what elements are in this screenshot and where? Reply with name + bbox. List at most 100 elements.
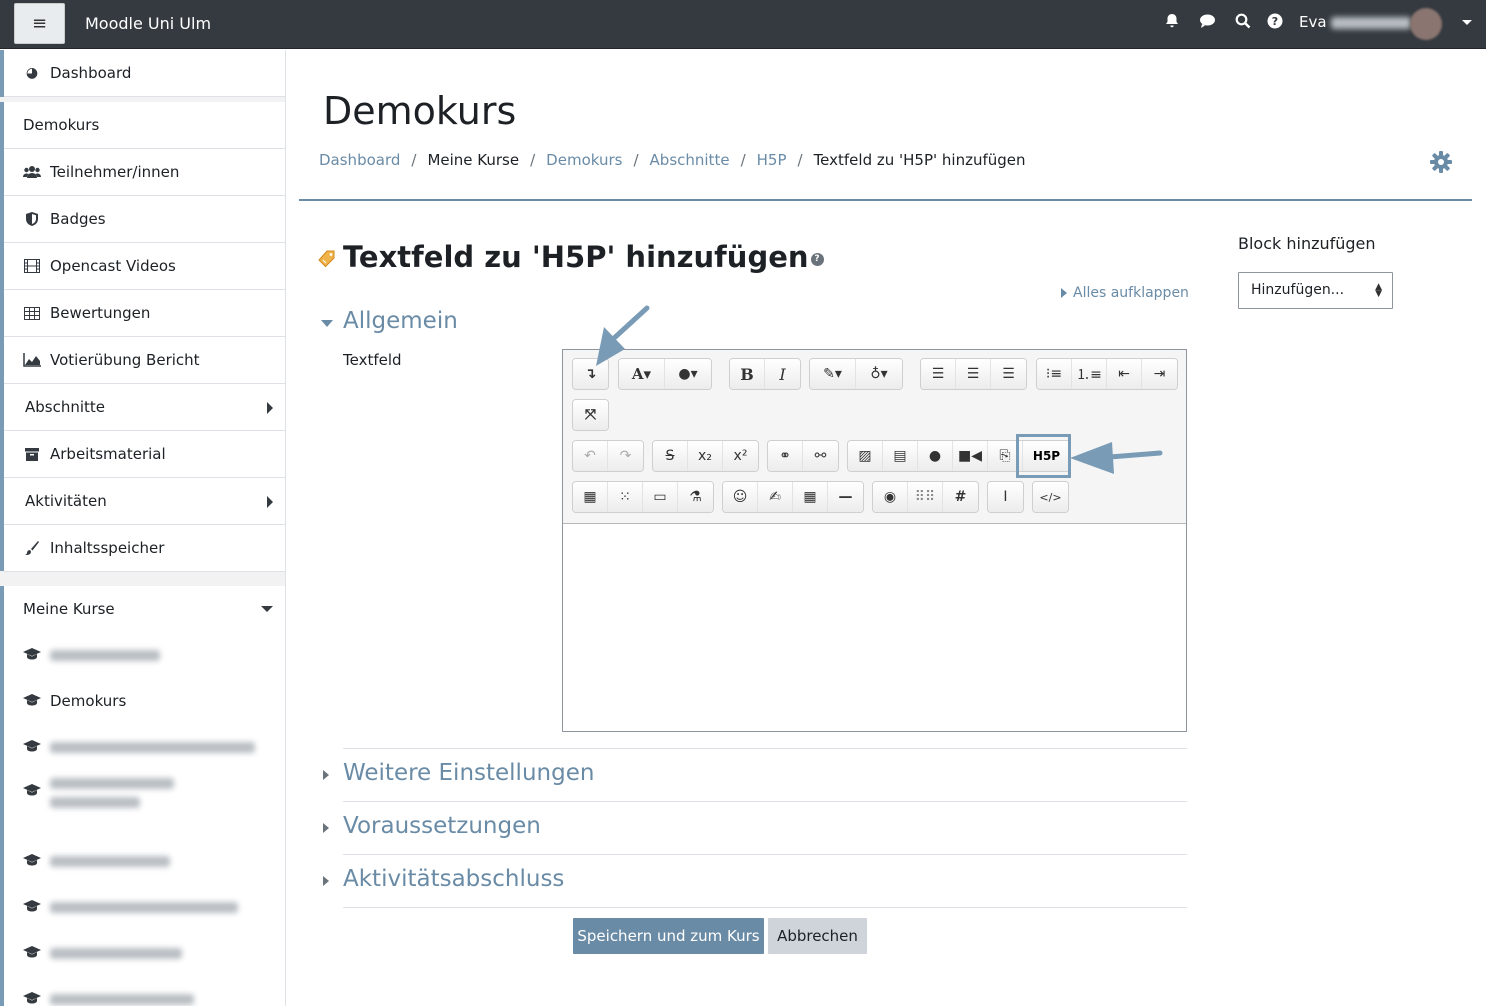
- record-video-button[interactable]: ■◀: [953, 441, 988, 471]
- breadcrumb-item-dashboard[interactable]: Dashboard: [319, 151, 400, 169]
- save-and-return-button[interactable]: Speichern und zum Kurs: [573, 918, 764, 954]
- breadcrumb-item-demokurs[interactable]: Demokurs: [546, 151, 622, 169]
- table-button[interactable]: ▦: [793, 482, 828, 512]
- lightbulb-icon: ♁▾: [870, 366, 888, 382]
- breadcrumb-item-h5p[interactable]: H5P: [757, 151, 787, 169]
- equation-button[interactable]: ▦: [573, 482, 608, 512]
- media-button[interactable]: ▤: [883, 441, 918, 471]
- chevron-right-icon[interactable]: [323, 770, 329, 780]
- course-item[interactable]: [4, 770, 285, 838]
- bold-button[interactable]: B: [730, 359, 765, 389]
- align-center-button[interactable]: ☰: [956, 359, 991, 389]
- drawer-item-badges[interactable]: Badges: [4, 196, 285, 243]
- section-general[interactable]: Allgemein: [343, 308, 458, 334]
- chevron-right-icon[interactable]: [323, 823, 329, 833]
- help-icon[interactable]: ?: [1267, 13, 1283, 33]
- manage-files-icon: ⎘: [999, 448, 1011, 464]
- accessibility-button[interactable]: ◉: [873, 482, 908, 512]
- course-item[interactable]: [4, 838, 285, 884]
- drawer-item-sections[interactable]: Abschnitte: [4, 384, 285, 431]
- drawer-item-dashboard[interactable]: ◕ Dashboard: [4, 50, 285, 97]
- course-item[interactable]: [4, 724, 285, 770]
- drawer-item-content-bank[interactable]: Inhaltsspeicher: [4, 525, 285, 572]
- table-icon: ▦: [803, 489, 817, 505]
- font-style-button[interactable]: A▾: [619, 359, 665, 389]
- undo-button[interactable]: ↶: [573, 441, 608, 471]
- site-name[interactable]: Moodle Uni Ulm: [85, 14, 211, 33]
- hamburger-menu-button[interactable]: ≡: [14, 3, 65, 44]
- drawer-item-grades[interactable]: Bewertungen: [4, 290, 285, 337]
- toolbar-group-insert: ☺ ✍ ▦ —: [722, 481, 864, 513]
- indent-icon: ⇥: [1153, 366, 1166, 382]
- image-button[interactable]: ▨: [848, 441, 883, 471]
- course-item[interactable]: Demokurs: [4, 678, 285, 724]
- strikethrough-button[interactable]: S: [653, 441, 688, 471]
- question-icon[interactable]: ?: [810, 252, 824, 266]
- align-right-button[interactable]: ☰: [991, 359, 1026, 389]
- screen-button[interactable]: ▭: [643, 482, 678, 512]
- drawer-item-my-courses[interactable]: Meine Kurse: [4, 586, 285, 632]
- drawer-item-material[interactable]: Arbeitsmaterial: [4, 431, 285, 478]
- outdent-button[interactable]: ⇤: [1107, 359, 1142, 389]
- drawer-group-course: Demokurs Teilnehmer/innen Badges Opencas…: [4, 102, 285, 572]
- toolbar-group-accessibility: ◉ ⠿⠿ #: [872, 481, 979, 513]
- user-name[interactable]: Eva: [1299, 13, 1412, 31]
- link-button[interactable]: ⚭: [768, 441, 803, 471]
- add-block-select[interactable]: Hinzufügen... ▲ ▼: [1238, 272, 1393, 309]
- course-item[interactable]: [4, 976, 285, 1006]
- drawer-item-demokurs[interactable]: Demokurs: [4, 102, 285, 149]
- chevron-right-icon[interactable]: [323, 876, 329, 886]
- horizontal-rule-button[interactable]: —: [828, 482, 863, 512]
- cursor-button[interactable]: I: [988, 482, 1023, 512]
- search-icon[interactable]: [1235, 13, 1251, 33]
- indent-button[interactable]: ⇥: [1142, 359, 1177, 389]
- align-left-button[interactable]: ☰: [921, 359, 956, 389]
- html-button[interactable]: </>: [1033, 482, 1068, 512]
- collapse-button[interactable]: ↴: [573, 359, 608, 389]
- course-item[interactable]: [4, 632, 285, 678]
- section-completion[interactable]: Aktivitätsabschluss: [343, 866, 564, 892]
- breadcrumb-item-sections[interactable]: Abschnitte: [650, 151, 730, 169]
- fullscreen-button[interactable]: ⤧: [573, 400, 608, 430]
- course-item[interactable]: [4, 884, 285, 930]
- keypad-button[interactable]: ⁙: [608, 482, 643, 512]
- unlink-button[interactable]: ⚯: [803, 441, 838, 471]
- html-icon: </>: [1039, 490, 1062, 504]
- section-more-settings[interactable]: Weitere Einstellungen: [343, 760, 594, 786]
- record-audio-button[interactable]: ●: [918, 441, 953, 471]
- cancel-button[interactable]: Abbrechen: [768, 918, 867, 954]
- unordered-list-button[interactable]: ⁝≡: [1037, 359, 1072, 389]
- h5p-button-highlight: [1016, 434, 1071, 478]
- section-restrictions[interactable]: Voraussetzungen: [343, 813, 541, 839]
- braille-button[interactable]: ⠿⠿: [908, 482, 943, 512]
- add-block-title: Block hinzufügen: [1238, 234, 1376, 253]
- align-center-icon: ☰: [966, 366, 980, 382]
- course-item[interactable]: [4, 930, 285, 976]
- gear-icon[interactable]: [1430, 151, 1452, 179]
- drawer-item-activities[interactable]: Aktivitäten: [4, 478, 285, 525]
- italic-button[interactable]: I: [765, 359, 800, 389]
- expand-all-link[interactable]: Alles aufklappen: [1061, 285, 1189, 301]
- bell-icon[interactable]: [1164, 13, 1180, 33]
- subscript-button[interactable]: x₂: [688, 441, 723, 471]
- accessibility-checker-button[interactable]: ♁▾: [856, 359, 902, 389]
- chevron-down-icon[interactable]: [321, 320, 333, 327]
- highlight-button[interactable]: ✎▾: [810, 359, 856, 389]
- font-color-button[interactable]: ●▾: [665, 359, 711, 389]
- drawer-item-votierung[interactable]: Votierübung Bericht: [4, 337, 285, 384]
- chemistry-button[interactable]: ⚗: [678, 482, 713, 512]
- toolbar-group-math: ▦ ⁙ ▭ ⚗: [572, 481, 714, 513]
- redo-button[interactable]: ↷: [608, 441, 643, 471]
- superscript-button[interactable]: x²: [723, 441, 758, 471]
- hash-button[interactable]: #: [943, 482, 978, 512]
- emoji-button[interactable]: ☺: [723, 482, 758, 512]
- drawer-item-participants[interactable]: Teilnehmer/innen: [4, 149, 285, 196]
- edit-button[interactable]: ✍: [758, 482, 793, 512]
- chevron-down-icon[interactable]: [1462, 20, 1472, 25]
- drawer-item-opencast[interactable]: Opencast Videos: [4, 243, 285, 290]
- avatar[interactable]: [1410, 8, 1442, 40]
- chat-icon[interactable]: [1199, 13, 1216, 33]
- graduation-cap-icon: [23, 944, 41, 962]
- editor-content-area[interactable]: [563, 525, 1186, 731]
- ordered-list-button[interactable]: ⒈≡: [1072, 359, 1107, 389]
